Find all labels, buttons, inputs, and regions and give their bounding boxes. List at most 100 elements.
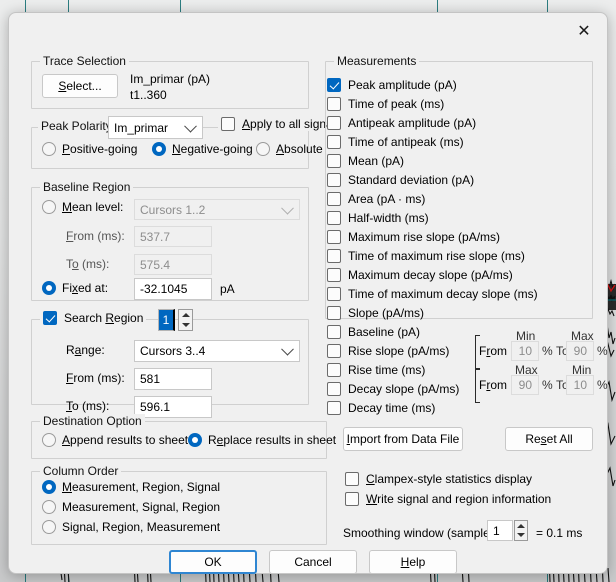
measurement-label: Antipeak amplitude (pA) bbox=[348, 115, 477, 130]
radio-fixed-at-label: Fixed at: bbox=[62, 281, 109, 295]
measurement-checkbox-17[interactable]: Decay time (ms) bbox=[327, 398, 538, 417]
measurement-checkbox-7[interactable]: Half-width (ms) bbox=[327, 208, 538, 227]
search-region-checkbox[interactable]: Search Region bbox=[40, 311, 147, 325]
measurement-checkbox-8[interactable]: Maximum rise slope (pA/ms) bbox=[327, 227, 538, 246]
help-button[interactable]: Help bbox=[369, 550, 457, 574]
smoothing-window-input[interactable]: 1 bbox=[487, 520, 513, 541]
search-to-input[interactable]: 596.1 bbox=[134, 396, 212, 418]
destination-option-group: Destination Option Append results to she… bbox=[31, 414, 336, 459]
search-from-input[interactable]: 581 bbox=[134, 368, 212, 390]
reset-button-label: Reset All bbox=[525, 432, 573, 446]
cancel-button[interactable]: Cancel bbox=[269, 550, 357, 574]
checkbox-box bbox=[327, 400, 341, 415]
baseline-region-legend: Baseline Region bbox=[40, 180, 134, 194]
measurement-checkbox-0[interactable]: Peak amplitude (pA) bbox=[327, 75, 538, 94]
trace-selection-group: Trace Selection Select... Im_primar (pA)… bbox=[31, 54, 309, 109]
radio-order-srm-label: Signal, Region, Measurement bbox=[62, 520, 221, 534]
search-region-spinner-value: 1 bbox=[158, 309, 175, 331]
measurement-label: Slope (pA/ms) bbox=[348, 305, 425, 320]
rise-pct2: % bbox=[597, 344, 608, 358]
baseline-to-input[interactable]: 575.4 bbox=[134, 254, 212, 275]
decay-from-value: 90 bbox=[518, 378, 532, 392]
checkbox-box bbox=[345, 492, 359, 506]
radio-absolute[interactable]: Absolute bbox=[256, 142, 323, 156]
radio-negative-going-label: Negative-going bbox=[172, 142, 253, 156]
search-region-group: Search Region 1 Range: Cursors 3..4 From… bbox=[31, 309, 309, 418]
measurement-checkbox-5[interactable]: Standard deviation (pA) bbox=[327, 170, 538, 189]
checkbox-box bbox=[327, 248, 341, 263]
write-signal-info-checkbox[interactable]: Write signal and region information bbox=[345, 492, 551, 506]
baseline-to-value: 575.4 bbox=[140, 257, 171, 272]
measurement-label: Rise slope (pA/ms) bbox=[348, 343, 450, 358]
radio-dot bbox=[152, 142, 166, 156]
measurements-legend: Measurements bbox=[334, 54, 420, 68]
measurement-label: Time of maximum rise slope (ms) bbox=[348, 248, 525, 263]
measurements-checkbox-list: Peak amplitude (pA) Time of peak (ms) Anti… bbox=[327, 75, 538, 417]
decay-to-input[interactable]: 10 bbox=[566, 375, 594, 395]
polarity-signal-combo[interactable]: Im_primar bbox=[108, 116, 203, 139]
checkbox-box bbox=[327, 286, 341, 301]
measurement-checkbox-11[interactable]: Time of maximum decay slope (ms) bbox=[327, 284, 538, 303]
spinner-buttons[interactable] bbox=[178, 309, 193, 331]
peak-polarity-group: Peak Polarity Im_primar Apply to all sig… bbox=[31, 116, 345, 169]
radio-append-results[interactable]: Append results to sheet bbox=[42, 433, 188, 447]
checkbox-box bbox=[327, 96, 341, 111]
spinner-buttons[interactable] bbox=[514, 520, 528, 541]
spinner-down-icon bbox=[517, 533, 525, 538]
radio-order-mrs-label: Measurement, Region, Signal bbox=[62, 480, 221, 494]
radio-positive-going[interactable]: Positive-going bbox=[42, 142, 137, 156]
checkbox-box bbox=[43, 311, 57, 325]
rise-to-input[interactable]: 90 bbox=[566, 341, 594, 361]
select-button[interactable]: Select... bbox=[42, 74, 118, 98]
select-button-label: Select... bbox=[58, 79, 102, 93]
close-icon[interactable]: ✕ bbox=[561, 13, 607, 47]
radio-mean-level-label: Mean level: bbox=[62, 200, 124, 214]
search-range-combo[interactable]: Cursors 3..4 bbox=[134, 340, 300, 362]
ok-button[interactable]: OK bbox=[169, 550, 257, 574]
reset-all-button[interactable]: Reset All bbox=[505, 427, 593, 451]
measurement-checkbox-2[interactable]: Antipeak amplitude (pA) bbox=[327, 113, 538, 132]
measurement-checkbox-15[interactable]: Rise time (ms) bbox=[327, 360, 538, 379]
search-region-spinner[interactable]: 1 bbox=[158, 309, 193, 331]
baseline-cursors-combo[interactable]: Cursors 1..2 bbox=[134, 199, 300, 220]
chevron-down-icon bbox=[184, 119, 197, 133]
radio-dot bbox=[42, 500, 56, 514]
baseline-from-label: From (ms): bbox=[66, 229, 125, 243]
checkbox-box bbox=[327, 210, 341, 225]
measurement-checkbox-1[interactable]: Time of peak (ms) bbox=[327, 94, 538, 113]
decay-from-input[interactable]: 90 bbox=[511, 375, 539, 395]
radio-mean-level[interactable]: Mean level: bbox=[42, 200, 123, 214]
measurement-checkbox-12[interactable]: Slope (pA/ms) bbox=[327, 303, 538, 322]
measurement-label: Time of peak (ms) bbox=[348, 96, 445, 111]
baseline-from-input[interactable]: 537.7 bbox=[134, 226, 212, 247]
clampex-style-checkbox[interactable]: Clampex-style statistics display bbox=[345, 472, 532, 486]
measurement-checkbox-9[interactable]: Time of maximum rise slope (ms) bbox=[327, 246, 538, 265]
radio-negative-going[interactable]: Negative-going bbox=[152, 142, 253, 156]
checkbox-box bbox=[327, 172, 341, 187]
measurement-checkbox-4[interactable]: Mean (pA) bbox=[327, 151, 538, 170]
baseline-fixed-input[interactable]: -32.1045 bbox=[134, 278, 212, 300]
baseline-to-label: To (ms): bbox=[66, 257, 110, 271]
rise-pct1: % bbox=[542, 344, 553, 358]
spinner-up-icon bbox=[181, 313, 190, 317]
radio-replace-results-label: Replace results in sheet bbox=[208, 433, 337, 447]
radio-fixed-at[interactable]: Fixed at: bbox=[42, 281, 108, 295]
rise-from-input[interactable]: 10 bbox=[511, 341, 539, 361]
measurement-checkbox-10[interactable]: Maximum decay slope (pA/ms) bbox=[327, 265, 538, 284]
smoothing-window-spinner[interactable] bbox=[514, 520, 528, 541]
measurement-checkbox-6[interactable]: Area (pA · ms) bbox=[327, 189, 538, 208]
measurement-label: Peak amplitude (pA) bbox=[348, 77, 457, 92]
measurement-checkbox-13[interactable]: Baseline (pA) bbox=[327, 322, 538, 341]
radio-order-msr[interactable]: Measurement, Signal, Region bbox=[42, 500, 220, 514]
checkbox-box bbox=[327, 153, 341, 168]
measurement-label: Decay time (ms) bbox=[348, 400, 436, 415]
baseline-fixed-units: pA bbox=[220, 282, 235, 296]
import-from-data-file-button[interactable]: Import from Data File bbox=[343, 427, 463, 451]
radio-order-srm[interactable]: Signal, Region, Measurement bbox=[42, 520, 220, 534]
radio-dot bbox=[42, 480, 56, 494]
radio-order-mrs[interactable]: Measurement, Region, Signal bbox=[42, 480, 220, 494]
search-range-combo-value: Cursors 3..4 bbox=[140, 344, 206, 358]
radio-replace-results[interactable]: Replace results in sheet bbox=[188, 433, 336, 447]
measurement-checkbox-3[interactable]: Time of antipeak (ms) bbox=[327, 132, 538, 151]
peak-polarity-legend: Peak Polarity bbox=[38, 119, 115, 133]
